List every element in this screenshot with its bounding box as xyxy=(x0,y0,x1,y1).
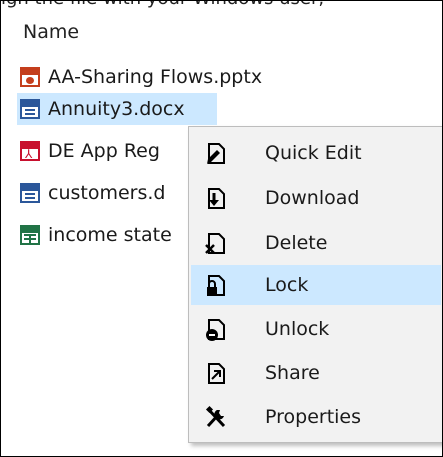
file-name: DE App Reg xyxy=(48,140,160,162)
download-icon xyxy=(208,188,225,209)
powerpoint-file-icon xyxy=(20,67,40,87)
menu-item-quick-edit[interactable]: Quick Edit xyxy=(191,133,441,173)
menu-item-lock[interactable]: Lock xyxy=(191,265,441,305)
column-header-name[interactable]: Name xyxy=(23,21,79,43)
context-menu: Quick Edit Download Delete Lock Unlock S… xyxy=(188,126,442,443)
menu-item-download[interactable]: Download xyxy=(191,178,441,218)
menu-item-label: Share xyxy=(265,362,320,384)
file-name: AA-Sharing Flows.pptx xyxy=(48,66,263,88)
menu-item-label: Download xyxy=(265,187,360,209)
lock-icon xyxy=(207,275,225,296)
properties-icon xyxy=(205,405,226,428)
menu-item-label: Unlock xyxy=(265,318,330,340)
menu-item-label: Lock xyxy=(265,274,309,296)
file-explorer-panel: ign the file with your Windows user, Nam… xyxy=(0,0,443,457)
menu-item-share[interactable]: Share xyxy=(191,353,441,393)
menu-item-properties[interactable]: Properties xyxy=(191,397,441,437)
file-name: Annuity3.docx xyxy=(48,98,185,120)
word-file-icon xyxy=(20,99,40,119)
file-name: income state xyxy=(48,224,172,246)
share-icon xyxy=(208,363,225,384)
menu-item-label: Properties xyxy=(265,406,362,428)
excel-file-icon xyxy=(20,225,40,245)
menu-item-label: Quick Edit xyxy=(265,142,362,164)
pdf-file-icon xyxy=(20,141,40,161)
cropped-instruction-text: ign the file with your Windows user, xyxy=(1,1,442,8)
file-row-selected[interactable]: Annuity3.docx xyxy=(17,93,217,125)
menu-item-label: Delete xyxy=(265,232,328,254)
file-name: customers.d xyxy=(48,182,166,204)
word-file-icon xyxy=(20,183,40,203)
file-row[interactable]: AA-Sharing Flows.pptx xyxy=(17,61,442,93)
menu-item-unlock[interactable]: Unlock xyxy=(191,309,441,349)
unlock-icon xyxy=(206,319,225,341)
quick-edit-icon xyxy=(207,143,225,164)
delete-icon xyxy=(205,233,225,254)
menu-item-delete[interactable]: Delete xyxy=(191,223,441,263)
